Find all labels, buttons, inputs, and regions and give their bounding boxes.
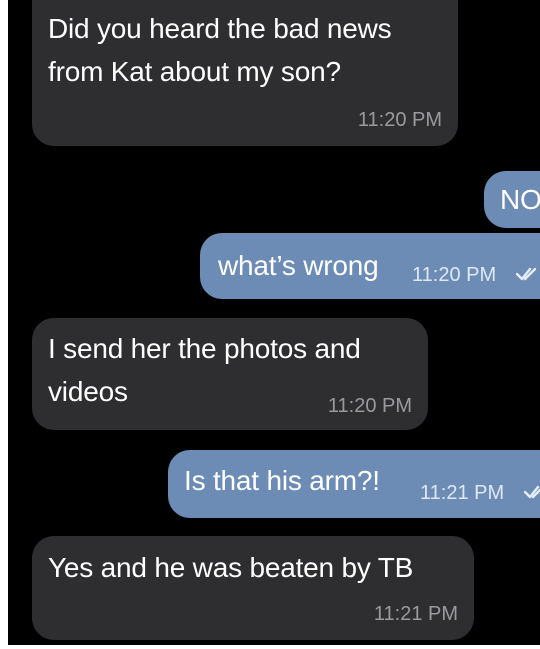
message-text-line: I send her the photos and: [48, 333, 361, 364]
chat-screen: Did you heard the bad news from Kat abou…: [8, 0, 540, 645]
message-text: Is that his arm?!: [184, 465, 380, 496]
message-text: what’s wrong: [218, 250, 379, 281]
outgoing-message-bubble[interactable]: Is that his arm?! 11:21 PM: [168, 450, 540, 518]
message-timestamp: 11:20 PM: [357, 109, 442, 131]
incoming-message-bubble[interactable]: I send her the photos and videos 11:20 P…: [32, 318, 428, 430]
outgoing-message-bubble[interactable]: what’s wrong 11:20 PM: [200, 233, 540, 299]
message-text-line: Did you heard the bad news: [48, 13, 392, 44]
message-timestamp: 11:21 PM: [373, 603, 458, 625]
message-text: NO: [500, 184, 540, 215]
double-check-icon: [524, 485, 540, 499]
incoming-message-bubble[interactable]: Yes and he was beaten by TB 11:21 PM: [32, 536, 474, 640]
incoming-message-bubble[interactable]: Did you heard the bad news from Kat abou…: [32, 0, 458, 146]
message-text-line: from Kat about my son?: [48, 56, 341, 87]
message-timestamp: 11:20 PM: [327, 395, 412, 417]
message-text-line: videos: [48, 376, 128, 407]
outgoing-message-bubble[interactable]: NO: [484, 171, 540, 228]
message-timestamp: 11:21 PM: [420, 482, 505, 504]
message-text-line: Yes and he was beaten by TB: [48, 552, 414, 583]
double-check-icon: [516, 267, 537, 281]
message-timestamp: 11:20 PM: [412, 264, 497, 286]
